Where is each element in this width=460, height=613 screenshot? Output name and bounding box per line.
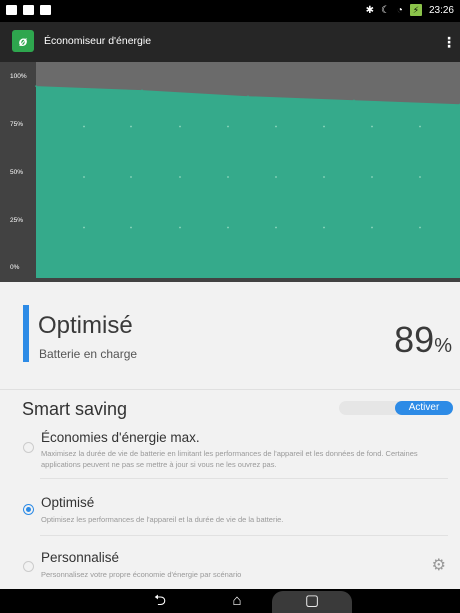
smart-saving-section: Smart saving Activer Économies d'énergie… [0,389,460,589]
radio-custom[interactable] [23,561,34,572]
grid-dot [323,125,325,128]
grid-dot [419,176,421,178]
option-title: Personnalisé [41,550,120,565]
ytick-label: 100% [10,73,27,80]
grid-dot [275,125,277,128]
grid-dot [323,176,325,178]
grid-dot [371,176,373,178]
grid-dot [130,125,132,128]
option-desc: Optimisez les performances de l'appareil… [41,515,284,524]
charging-status: Batterie en charge [39,347,138,361]
grid-dot [419,226,421,229]
wifi-icon: ◔ [396,4,403,16]
radio-optimized[interactable] [23,504,34,515]
grid-dot [179,226,181,229]
grid-dot [179,125,181,128]
grid-dot [227,125,229,128]
battery-area [36,86,460,278]
grid-dot [227,176,229,178]
gear-icon[interactable]: ⚙ [432,555,446,575]
mode-title: Optimisé [38,312,133,339]
message-icon [23,5,34,15]
leaf-icon: ø [12,30,34,52]
battery-chart-svg [35,62,460,278]
status-left [6,5,51,15]
app-title: Économiseur d'énergie [44,35,152,47]
radio-max-saving[interactable] [23,442,34,453]
option-title: Optimisé [41,495,95,510]
grid-dot [83,125,85,128]
grid-dot [227,226,229,229]
app-bar: ø Économiseur d'énergie ⋮ [0,22,460,62]
more-options-icon[interactable]: ⋮ [442,34,456,51]
battery-charging-icon: ⚡ [409,4,422,16]
activate-toggle-knob[interactable]: Activer [395,401,453,415]
navigation-bar: ⮌ ⌂ ▢ [0,589,460,613]
smart-saving-toggle[interactable]: Activer [339,401,453,415]
smart-saving-title: Smart saving [22,399,128,419]
data-point [141,89,143,91]
status-right: ✱ ☾ ◔ ⚡ 23:26 [366,4,454,16]
ytick-label: 0% [10,264,20,271]
ytick-label: 50% [10,169,24,176]
ytick-label: 25% [10,217,24,224]
option-desc: Maximisez la durée de vie de batterie en… [41,449,418,469]
battery-percent-unit: % [434,335,452,357]
recent-apps-icon[interactable]: ▢ [297,589,327,613]
grid-dot [275,226,277,229]
grid-dot [179,176,181,178]
battery-percent: 89% [394,319,452,361]
battery-percent-value: 89 [394,319,435,360]
grid-dot [419,125,421,128]
grid-dot [83,226,85,229]
option-title: Économies d'énergie max. [41,430,200,445]
data-point [35,85,37,87]
option-desc: Personnalisez votre propre économie d'én… [41,570,242,579]
status-time: 23:26 [428,4,454,16]
grid-dot [130,176,132,178]
moon-icon: ☾ [380,4,390,16]
notification-icon [6,5,17,15]
grid-dot [323,226,325,229]
grid-dot [130,226,132,229]
grid-dot [275,176,277,178]
status-accent-bar [23,305,29,362]
grid-dot [83,176,85,178]
battery-status-panel: Optimisé Batterie en charge 89% [0,282,460,389]
ytick-label: 75% [10,121,24,128]
battery-chart: 100% 75% 50% 25% 0% [0,62,460,282]
grid-dot [371,226,373,229]
data-point [353,99,355,102]
back-icon[interactable]: ⮌ [145,589,175,613]
home-icon[interactable]: ⌂ [222,589,252,613]
bluetooth-icon: ✱ [365,4,374,16]
data-point [247,95,249,97]
divider [40,535,448,536]
image-icon [40,5,51,15]
status-bar: ✱ ☾ ◔ ⚡ 23:26 [0,0,460,22]
grid-dot [371,125,373,128]
divider [40,478,448,479]
